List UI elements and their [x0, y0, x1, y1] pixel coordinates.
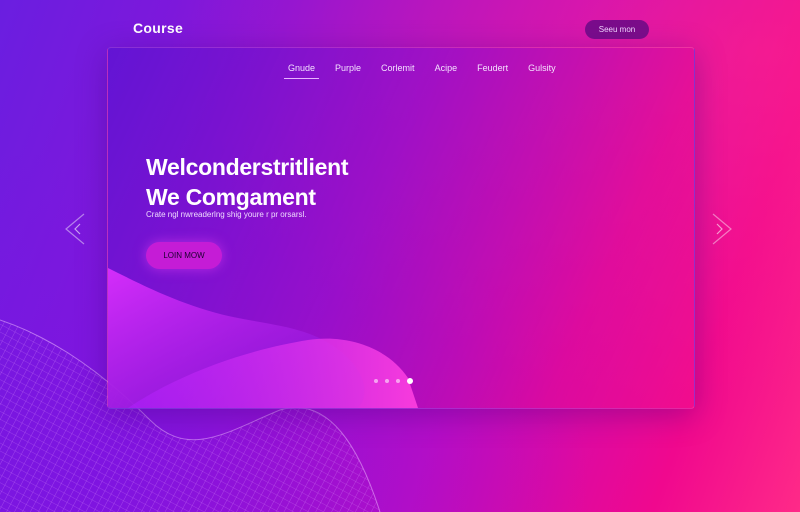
- carousel-dot[interactable]: [374, 379, 378, 383]
- chevron-right-icon[interactable]: [709, 212, 735, 246]
- brand-logo[interactable]: Course: [133, 20, 183, 36]
- hero-title-line-2: We Comgament: [146, 184, 316, 210]
- hero-cta-button[interactable]: LOIN MOW: [146, 242, 222, 269]
- main-nav: Gnude Purple Corlemit Acipe Feudert Guls…: [283, 63, 556, 79]
- nav-item-gnude[interactable]: Gnude: [283, 63, 320, 79]
- carousel-dot-active[interactable]: [407, 378, 413, 384]
- chevron-left-icon[interactable]: [62, 212, 88, 246]
- nav-item-gulsity[interactable]: Gulsity: [528, 63, 556, 79]
- hero-subtitle: Crate ngl nwreaderlng shig youre r pr or…: [146, 210, 307, 219]
- nav-item-corlemit[interactable]: Corlemit: [381, 63, 415, 79]
- header-cta-button[interactable]: Seeu mon: [585, 20, 649, 39]
- nav-item-acipe[interactable]: Acipe: [435, 63, 458, 79]
- carousel-indicators: [374, 378, 413, 384]
- hero-card: Gnude Purple Corlemit Acipe Feudert Guls…: [107, 47, 695, 409]
- nav-item-purple[interactable]: Purple: [335, 63, 361, 79]
- hero-title: Welconderstritlient We Comgament: [146, 152, 348, 212]
- carousel-dot[interactable]: [396, 379, 400, 383]
- hero-title-line-1: Welconderstritlient: [146, 154, 349, 180]
- carousel-dot[interactable]: [385, 379, 389, 383]
- card-wave-decoration: [108, 268, 418, 408]
- nav-item-feudert[interactable]: Feudert: [477, 63, 508, 79]
